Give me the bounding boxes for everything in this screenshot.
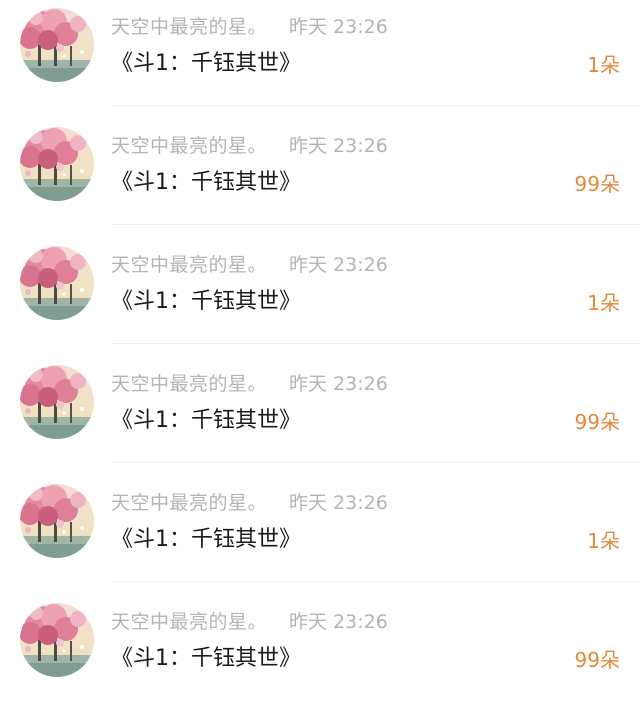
timestamp: 昨天 23:26 xyxy=(289,492,388,514)
divider xyxy=(111,224,640,225)
gift-title: 《斗1：千钰其世》 xyxy=(111,408,301,433)
avatar[interactable] xyxy=(20,127,94,201)
avatar[interactable] xyxy=(20,8,94,82)
user-name[interactable]: 天空中最亮的星。 xyxy=(111,135,267,157)
avatar[interactable] xyxy=(20,484,94,558)
avatar[interactable] xyxy=(20,603,94,677)
item-meta: 天空中最亮的星。 昨天 23:26 xyxy=(111,607,388,637)
flower-count: 1朵 xyxy=(587,529,620,553)
list-item[interactable]: 天空中最亮的星。 昨天 23:26 《斗1：千钰其世》 99朵 xyxy=(0,357,640,476)
item-meta: 天空中最亮的星。 昨天 23:26 xyxy=(111,488,388,518)
user-name[interactable]: 天空中最亮的星。 xyxy=(111,254,267,276)
user-name[interactable]: 天空中最亮的星。 xyxy=(111,611,267,633)
user-name[interactable]: 天空中最亮的星。 xyxy=(111,16,267,38)
flower-count: 1朵 xyxy=(587,53,620,77)
timestamp: 昨天 23:26 xyxy=(289,16,388,38)
list-item[interactable]: 天空中最亮的星。 昨天 23:26 《斗1：千钰其世》 1朵 xyxy=(0,476,640,595)
gift-title: 《斗1：千钰其世》 xyxy=(111,170,301,195)
user-name[interactable]: 天空中最亮的星。 xyxy=(111,373,267,395)
user-name[interactable]: 天空中最亮的星。 xyxy=(111,492,267,514)
list-item[interactable]: 天空中最亮的星。 昨天 23:26 《斗1：千钰其世》 99朵 xyxy=(0,595,640,714)
avatar[interactable] xyxy=(20,365,94,439)
flower-count: 99朵 xyxy=(574,410,620,434)
flower-count: 99朵 xyxy=(574,172,620,196)
divider xyxy=(111,343,640,344)
avatar[interactable] xyxy=(20,246,94,320)
timestamp: 昨天 23:26 xyxy=(289,373,388,395)
timestamp: 昨天 23:26 xyxy=(289,254,388,276)
item-meta: 天空中最亮的星。 昨天 23:26 xyxy=(111,12,388,42)
gift-title: 《斗1：千钰其世》 xyxy=(111,51,301,76)
gift-title: 《斗1：千钰其世》 xyxy=(111,527,301,552)
gift-title: 《斗1：千钰其世》 xyxy=(111,646,301,671)
flower-count: 99朵 xyxy=(574,648,620,672)
timestamp: 昨天 23:26 xyxy=(289,135,388,157)
gift-title: 《斗1：千钰其世》 xyxy=(111,289,301,314)
list-item[interactable]: 天空中最亮的星。 昨天 23:26 《斗1：千钰其世》 1朵 xyxy=(0,238,640,357)
divider xyxy=(111,105,640,106)
timestamp: 昨天 23:26 xyxy=(289,611,388,633)
divider xyxy=(111,462,640,463)
list-item[interactable]: 天空中最亮的星。 昨天 23:26 《斗1：千钰其世》 99朵 xyxy=(0,119,640,238)
flower-count: 1朵 xyxy=(587,291,620,315)
item-meta: 天空中最亮的星。 昨天 23:26 xyxy=(111,131,388,161)
item-meta: 天空中最亮的星。 昨天 23:26 xyxy=(111,369,388,399)
item-meta: 天空中最亮的星。 昨天 23:26 xyxy=(111,250,388,280)
divider xyxy=(111,581,640,582)
gift-record-list: 天空中最亮的星。 昨天 23:26 《斗1：千钰其世》 1朵 天空中最亮的星。 昨天… xyxy=(0,0,640,706)
list-item[interactable]: 天空中最亮的星。 昨天 23:26 《斗1：千钰其世》 1朵 xyxy=(0,0,640,119)
